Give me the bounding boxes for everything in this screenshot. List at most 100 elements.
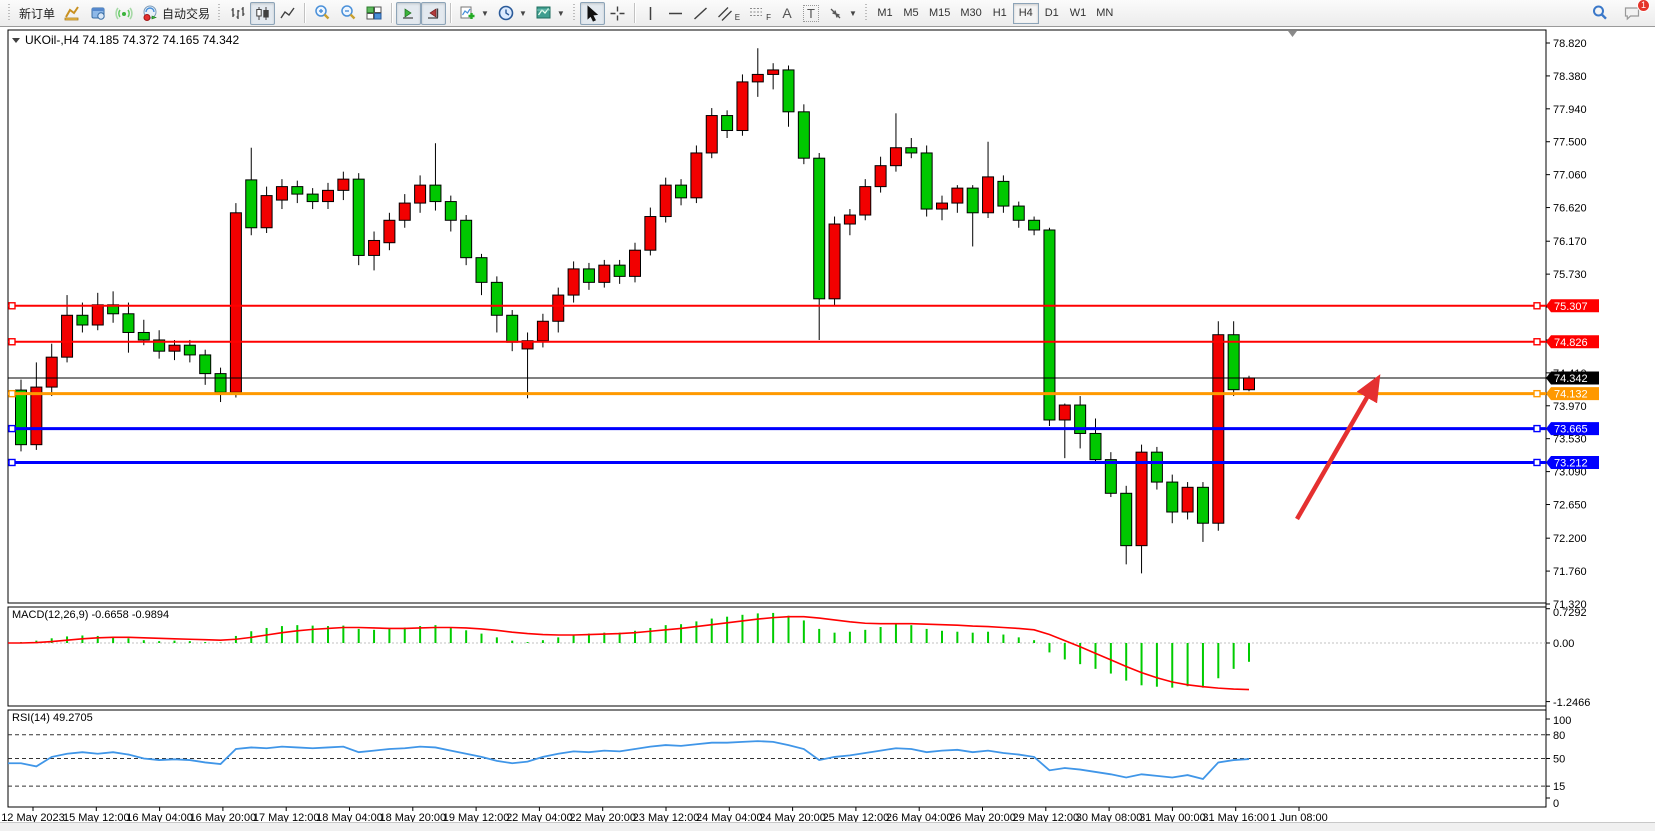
- toolbar-grip[interactable]: [864, 4, 869, 22]
- price-badge-label: 74.826: [1554, 337, 1588, 349]
- timeframe-group: M1M5M15M30H1H4D1W1MN: [872, 3, 1118, 24]
- auto-scroll-button[interactable]: [396, 2, 421, 25]
- trendline-icon: [692, 5, 709, 22]
- signals-icon[interactable]: [111, 2, 137, 25]
- timeframe-button-H4[interactable]: H4: [1013, 3, 1039, 24]
- price-badge-label: 73.212: [1554, 457, 1588, 469]
- new-order-button[interactable]: 新订单: [15, 2, 59, 25]
- price-axis-label: 75.730: [1553, 269, 1587, 281]
- level-line-handle[interactable]: [1534, 459, 1540, 465]
- chevron-down-icon: ▼: [849, 9, 857, 18]
- vertical-line-tool-button[interactable]: [639, 2, 663, 25]
- candle: [353, 173, 364, 265]
- chart-title-text: UKOil-,H4 74.185 74.372 74.165 74.342: [25, 33, 239, 47]
- zoom-out-icon: [339, 4, 357, 22]
- line-chart-type-button[interactable]: [275, 2, 300, 25]
- level-line-handle[interactable]: [9, 426, 15, 432]
- horizontal-line-tool-button[interactable]: [663, 2, 688, 25]
- candle: [921, 145, 932, 216]
- main-toolbar: 新订单: [0, 0, 1655, 27]
- macd-indicator-label: MACD(12,26,9) -0.6658 -0.9894: [12, 609, 169, 621]
- templates-button[interactable]: ▼: [531, 2, 569, 25]
- bar-chart-type-button[interactable]: [225, 2, 250, 25]
- cursor-tool-button[interactable]: [580, 2, 605, 25]
- notifications-button[interactable]: 1: [1619, 2, 1645, 25]
- crosshair-icon: [609, 5, 626, 22]
- price-badge: 74.132: [1546, 387, 1599, 401]
- fibonacci-tool-button[interactable]: F: [744, 2, 775, 25]
- macd-axis-label: -1.2466: [1553, 697, 1590, 709]
- toolbar-separator: [634, 3, 635, 23]
- timeframe-button-M5[interactable]: M5: [898, 3, 924, 24]
- clock-icon: [497, 4, 515, 22]
- timeframe-button-H1[interactable]: H1: [987, 3, 1013, 24]
- toolbar-separator: [450, 3, 451, 23]
- price-axis-label: 71.760: [1553, 566, 1587, 578]
- level-line-handle[interactable]: [1534, 339, 1540, 345]
- price-axis-label: 78.820: [1553, 38, 1587, 50]
- timeframe-button-D1[interactable]: D1: [1039, 3, 1065, 24]
- crosshair-tool-button[interactable]: [605, 2, 630, 25]
- candlestick-chart-type-button[interactable]: [250, 2, 275, 25]
- indicators-icon: [459, 4, 477, 22]
- toolbar-grip[interactable]: [7, 4, 12, 22]
- zoom-out-button[interactable]: [335, 2, 361, 25]
- price-badge-label: 74.132: [1554, 389, 1588, 401]
- trendline-tool-button[interactable]: [688, 2, 713, 25]
- level-line-handle[interactable]: [1534, 426, 1540, 432]
- arrows-tool-button[interactable]: ▼: [823, 2, 861, 25]
- channel-icon: [717, 5, 734, 22]
- chart-shift-button[interactable]: [421, 2, 446, 25]
- candle: [461, 215, 472, 265]
- price-axis-label: 77.500: [1553, 137, 1587, 149]
- price-badge-label: 74.342: [1554, 373, 1588, 385]
- search-button[interactable]: [1587, 2, 1613, 25]
- market-watch-icon[interactable]: [59, 2, 85, 25]
- price-badge: 74.826: [1546, 335, 1599, 349]
- chevron-down-icon: ▼: [519, 9, 527, 18]
- toolbar-grip[interactable]: [572, 4, 577, 22]
- rsi-axis-label: 0: [1553, 798, 1559, 810]
- level-line-handle[interactable]: [9, 339, 15, 345]
- symbol-dropdown-icon[interactable]: [12, 38, 20, 43]
- level-line-handle[interactable]: [1534, 391, 1540, 397]
- indicators-button[interactable]: ▼: [455, 2, 493, 25]
- timeframe-button-M1[interactable]: M1: [872, 3, 898, 24]
- tile-windows-icon: [365, 4, 383, 22]
- auto-trading-label: 自动交易: [162, 5, 210, 22]
- rsi-axis-label: 100: [1553, 715, 1571, 727]
- candle: [706, 108, 717, 158]
- tile-windows-button[interactable]: [361, 2, 387, 25]
- equidistant-channel-tool-button[interactable]: E: [713, 2, 744, 25]
- text-label-tool-button[interactable]: T: [799, 2, 823, 25]
- price-axis-label: 76.170: [1553, 236, 1587, 248]
- timeframe-button-M30[interactable]: M30: [955, 3, 986, 24]
- level-line-handle[interactable]: [9, 303, 15, 309]
- chart-canvas[interactable]: 78.82078.38077.94077.50077.06076.62076.1…: [0, 0, 1655, 831]
- data-window-icon: [89, 4, 107, 22]
- rsi-axis-label: 80: [1553, 730, 1565, 742]
- level-line-handle[interactable]: [9, 391, 15, 397]
- vertical-line-icon: [643, 5, 658, 22]
- timeframe-button-W1[interactable]: W1: [1065, 3, 1092, 24]
- notification-count-badge: 1: [1637, 0, 1650, 12]
- level-line-handle[interactable]: [1534, 303, 1540, 309]
- level-line-handle[interactable]: [9, 459, 15, 465]
- candle: [691, 145, 702, 203]
- toolbar-grip[interactable]: [217, 4, 222, 22]
- text-tool-button[interactable]: A: [775, 2, 799, 25]
- periods-button[interactable]: ▼: [493, 2, 531, 25]
- search-icon: [1591, 4, 1609, 22]
- line-chart-icon: [279, 5, 296, 22]
- candle: [1213, 321, 1224, 530]
- price-axis-label: 78.380: [1553, 71, 1587, 83]
- shapes-icon: [827, 5, 845, 22]
- timeframe-button-MN[interactable]: MN: [1091, 3, 1118, 24]
- zoom-in-button[interactable]: [309, 2, 335, 25]
- zoom-in-icon: [313, 4, 331, 22]
- chart-shift-icon: [425, 5, 442, 22]
- auto-trading-button[interactable]: 自动交易: [137, 2, 214, 25]
- timeframe-button-M15[interactable]: M15: [924, 3, 955, 24]
- data-window-icon[interactable]: [85, 2, 111, 25]
- candle: [737, 74, 748, 135]
